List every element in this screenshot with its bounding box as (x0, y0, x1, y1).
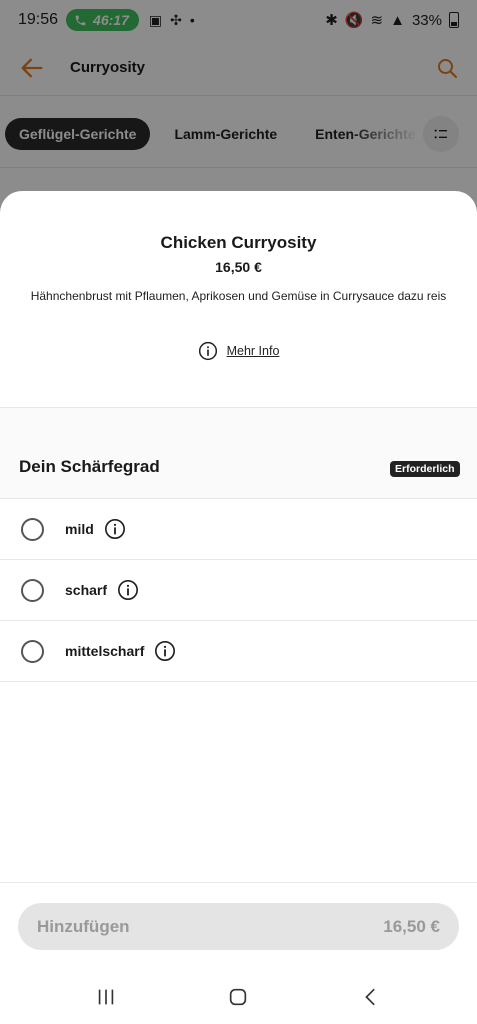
product-description: Hähnchenbrust mit Pflaumen, Aprikosen un… (30, 289, 447, 303)
option-row-scharf[interactable]: scharf (0, 560, 477, 621)
home-icon (230, 988, 247, 1006)
required-badge: Erforderlich (390, 461, 460, 477)
product-name: Chicken Curryosity (160, 233, 317, 252)
system-nav-bar (0, 970, 477, 1024)
recent-apps-button[interactable] (91, 982, 121, 1012)
add-button-price: 16,50 € (383, 916, 440, 936)
info-icon[interactable] (117, 579, 139, 601)
product-price: 16,50 € (215, 259, 262, 275)
add-to-cart-button[interactable]: Hinzufügen 16,50 € (18, 903, 459, 950)
more-info-label: Mehr Info (226, 344, 280, 358)
info-icon (198, 341, 217, 361)
info-icon[interactable] (154, 640, 176, 662)
info-icon[interactable] (104, 518, 126, 540)
back-button[interactable] (356, 982, 386, 1012)
option-label: mild (65, 521, 94, 537)
back-chevron-icon (365, 988, 375, 1006)
more-info-link[interactable]: Mehr Info (0, 341, 477, 361)
radio-button[interactable] (21, 517, 44, 541)
recent-apps-icon (98, 989, 114, 1005)
section-header-bg (0, 408, 477, 498)
option-row-mild[interactable]: mild (0, 499, 477, 560)
home-button[interactable] (223, 982, 253, 1012)
divider (0, 882, 477, 883)
option-row-mittelscharf[interactable]: mittelscharf (0, 621, 477, 682)
radio-button[interactable] (21, 639, 44, 663)
add-button-label: Hinzufügen (37, 916, 130, 936)
product-sheet: Chicken Curryosity 16,50 € Hähnchenbrust… (0, 191, 477, 1024)
section-title: Dein Schärfegrad (19, 457, 160, 476)
option-label: mittelscharf (65, 643, 145, 659)
option-label: scharf (65, 582, 108, 598)
radio-button[interactable] (21, 578, 44, 602)
